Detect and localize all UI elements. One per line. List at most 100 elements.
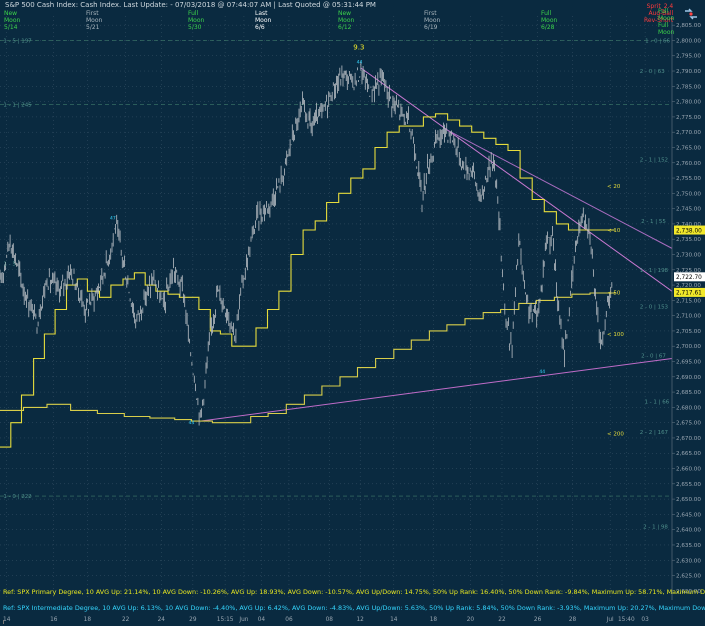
- corner-tick: [3, 620, 8, 624]
- y-tick-label: 2,690.00: [676, 375, 701, 381]
- point-label: 44: [539, 369, 545, 375]
- x-tick-label: 03: [641, 617, 649, 623]
- ma-label: < 100: [607, 332, 624, 338]
- cycle-label: 2 - 1 | 152: [640, 158, 668, 164]
- y-tick-label: 2,635.00: [676, 543, 701, 549]
- ma-label: < 200: [607, 431, 624, 437]
- x-tick-label: 15:15: [217, 617, 234, 623]
- moon-phase-marker: Full Moon 5/30: [188, 10, 204, 31]
- cycle-label: 1 - 5: [3, 262, 16, 268]
- ma-price-tag-text: 2,717.61: [676, 291, 702, 297]
- x-tick-label: 22: [498, 617, 506, 623]
- chart-background: [0, 0, 705, 626]
- intermediate-degree-stats: Ref: SPX Intermediate Degree, 10 AVG Up:…: [3, 604, 705, 612]
- moon-phase-word: Moon: [188, 17, 205, 24]
- moon-phase-word: Moon: [86, 17, 103, 24]
- cycle-label: 2 - 0 | 67: [641, 353, 666, 359]
- cycle-label: 2 - 0 | 153: [640, 304, 669, 310]
- corner-moon-tag: Full: [658, 22, 669, 29]
- corner-moon-tags: Full Moon Full Moon: [658, 8, 674, 36]
- y-tick-label: 2,765.00: [676, 145, 701, 151]
- y-tick-label: 2,710.00: [676, 314, 701, 320]
- y-tick-label: 2,655.00: [676, 482, 701, 488]
- y-tick-label: 2,800.00: [676, 38, 701, 44]
- chart-app: 1 - 5 | 197 1 - 1 | 245 1 - 5 1 - 0 | 222 1 …: [0, 0, 705, 626]
- moon-phase-date: 5/21: [86, 24, 100, 31]
- y-tick-label: 2,695.00: [676, 360, 701, 366]
- primary-degree-stats: Ref: SPX Primary Degree, 10 AVG Up: 21.1…: [3, 588, 705, 596]
- cycle-label: 1 - 1 | 66: [644, 399, 669, 405]
- point-label: 47: [110, 215, 116, 221]
- cycle-label: 2 - 1 | 98: [643, 525, 668, 531]
- moon-phase-marker: New Moon 5/14: [4, 10, 20, 31]
- moon-phase-date: 5/30: [188, 24, 202, 31]
- y-tick-label: 2,715.00: [676, 298, 701, 304]
- x-tick-label: 24: [158, 617, 166, 623]
- y-tick-label: 2,795.00: [676, 54, 701, 60]
- x-tick-label: 18: [430, 617, 438, 623]
- moon-phase-date: 6/12: [338, 24, 352, 31]
- y-tick-label: 2,640.00: [676, 528, 701, 534]
- y-tick-label: 2,680.00: [676, 405, 701, 411]
- moon-phase-date: 5/14: [4, 24, 18, 31]
- moon-phase-word: Moon: [424, 17, 441, 24]
- cycle-label: 1 - 0 | 222: [3, 494, 31, 500]
- y-tick-label: 2,730.00: [676, 252, 701, 258]
- moon-phase-phase: Full: [188, 10, 199, 17]
- corner-moon-tag: Moon: [658, 15, 675, 22]
- y-tick-label: 2,790.00: [676, 69, 701, 75]
- moon-phase-phase: New: [338, 10, 352, 17]
- moon-phase-word: Moon: [541, 17, 558, 24]
- x-tick-label: 29: [189, 617, 197, 623]
- moon-phase-marker: New Moon 6/12: [338, 10, 354, 31]
- x-tick-label: 26: [534, 617, 542, 623]
- x-tick-label: 14: [390, 617, 398, 623]
- ma-label: < 10: [607, 228, 621, 234]
- y-tick-label: 2,775.00: [676, 115, 701, 121]
- cycle-label: 1 - 1 | 198: [640, 268, 669, 274]
- moon-phase-word: Moon: [4, 17, 21, 24]
- moon-phase-phase: Full: [541, 10, 552, 17]
- ma-label: < 20: [607, 184, 621, 190]
- y-tick-label: 2,780.00: [676, 100, 701, 106]
- y-tick-label: 2,670.00: [676, 436, 701, 442]
- y-tick-label: 2,625.00: [676, 574, 701, 580]
- moon-phase-marker: First Moon 6/19: [424, 10, 440, 31]
- y-tick-label: 2,630.00: [676, 558, 701, 564]
- last-price-tag-text: 2,722.70: [676, 275, 702, 281]
- x-tick-label: 08: [326, 617, 334, 623]
- y-tick-label: 2,705.00: [676, 329, 701, 335]
- cycle-label: 1 - 0 | 66: [645, 38, 670, 44]
- y-tick-label: 2,805.00: [676, 23, 701, 29]
- ma-label: < 50: [607, 290, 621, 296]
- price-chart[interactable]: 1 - 5 | 197 1 - 1 | 245 1 - 5 1 - 0 | 222 1 …: [0, 0, 705, 626]
- y-tick-label: 2,700.00: [676, 344, 701, 350]
- cycle-label: 2 - 1 | 55: [641, 219, 666, 225]
- x-tick-label: 28: [569, 617, 577, 623]
- moon-phase-marker: First Moon 5/21: [86, 10, 102, 31]
- y-tick-label: 2,770.00: [676, 130, 701, 136]
- moon-phase-word: Moon: [255, 17, 272, 24]
- y-tick-label: 2,785.00: [676, 84, 701, 90]
- moon-phase-marker: Last Moon 6/6: [255, 10, 271, 31]
- moon-phase-phase: First: [86, 10, 99, 17]
- chart-toggle-icon[interactable]: [684, 8, 698, 20]
- x-tick-label: 06: [285, 617, 293, 623]
- y-tick-label: 2,745.00: [676, 207, 701, 213]
- y-tick-label: 2,685.00: [676, 390, 701, 396]
- x-tick-label: 12: [356, 617, 364, 623]
- y-tick-label: 2,665.00: [676, 451, 701, 457]
- y-tick-label: 2,675.00: [676, 421, 701, 427]
- x-tick-label: 18: [84, 617, 92, 623]
- cycle-label: 1 - 1 | 245: [3, 103, 32, 109]
- x-tick-label: 20: [467, 617, 475, 623]
- moon-phase-marker: Full Moon 6/28: [541, 10, 557, 31]
- point-label: 9.3: [353, 44, 364, 52]
- cycle-label: 1 - 5 | 197: [3, 38, 32, 44]
- point-label: 44: [189, 420, 195, 426]
- y-tick-label: 2,760.00: [676, 161, 701, 167]
- point-label: 44: [357, 59, 363, 65]
- y-tick-label: 2,750.00: [676, 191, 701, 197]
- cycle-label: 2 - 0 | 63: [640, 69, 665, 75]
- corner-moon-tag: Moon: [658, 29, 675, 36]
